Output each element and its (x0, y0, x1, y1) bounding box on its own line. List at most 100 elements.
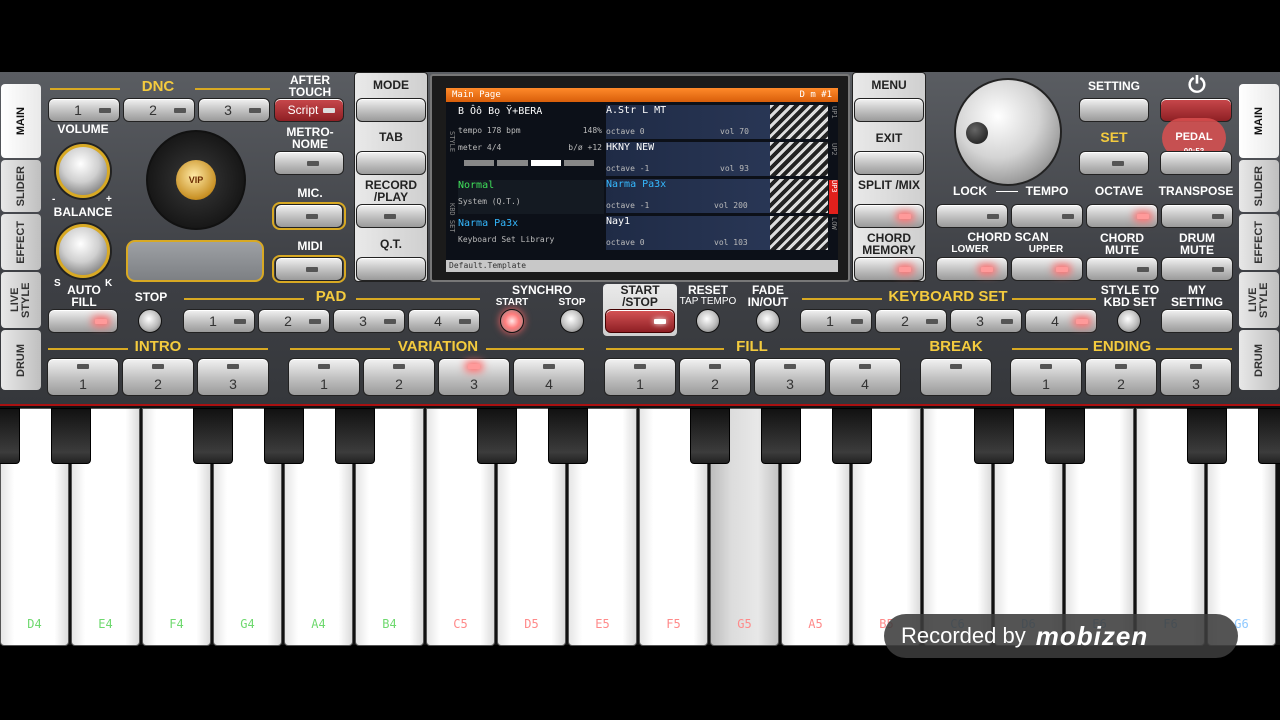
black-key[interactable] (0, 408, 20, 464)
ending-button-1[interactable]: 1 (1010, 358, 1082, 396)
black-key-g-sharp[interactable] (264, 408, 304, 464)
ending-button-3[interactable]: 3 (1160, 358, 1232, 396)
intro-button-1[interactable]: 1 (47, 358, 119, 396)
keyboard-set-button-4[interactable]: 4 (1025, 309, 1097, 333)
black-key-g-sharp[interactable] (761, 408, 801, 464)
exit-button[interactable] (854, 151, 924, 175)
track-lower[interactable]: Nay1 octave 0 vol 103 (606, 216, 828, 250)
fill-button-3[interactable]: 3 (754, 358, 826, 396)
qt-button[interactable] (356, 257, 426, 281)
tab-effect-left[interactable]: EFFECT (1, 214, 41, 270)
black-key-d-sharp[interactable] (51, 408, 91, 464)
style-info[interactable]: B Ôô Bọ Ÿ+BERA tempo 178 bpm 148% meter … (458, 106, 604, 172)
fill-button-1[interactable]: 1 (604, 358, 676, 396)
pedal-button[interactable] (1160, 151, 1232, 175)
intro-button-2[interactable]: 2 (122, 358, 194, 396)
tab-main-right[interactable]: MAIN (1239, 84, 1279, 158)
touch-pad[interactable] (126, 240, 264, 282)
keyboard-set-button-2[interactable]: 2 (875, 309, 947, 333)
intro-button-3[interactable]: 3 (197, 358, 269, 396)
lock-button[interactable] (936, 204, 1008, 228)
variation-button-4[interactable]: 4 (513, 358, 585, 396)
tempo-button[interactable] (1011, 204, 1083, 228)
keyboard-set-button-1[interactable]: 1 (800, 309, 872, 333)
black-key-d-sharp[interactable] (1045, 408, 1085, 464)
volume-knob[interactable] (56, 144, 110, 198)
tab-slider-left[interactable]: SLIDER (1, 160, 41, 212)
split-mix-button[interactable] (854, 204, 924, 228)
black-key-d-sharp[interactable] (548, 408, 588, 464)
midi-button[interactable] (275, 257, 343, 281)
vip-speaker[interactable]: VIP (146, 130, 246, 230)
black-key-f-sharp[interactable] (193, 408, 233, 464)
black-key-f-sharp[interactable] (1187, 408, 1227, 464)
mode-button[interactable] (356, 98, 426, 122)
data-dial[interactable] (954, 78, 1062, 186)
drum-mute-button[interactable] (1161, 257, 1233, 281)
black-key-f-sharp[interactable] (690, 408, 730, 464)
track-upper1[interactable]: A.Str L MT octave 0 vol 70 (606, 105, 828, 139)
track-upper2[interactable]: HKNY NEW octave -1 vol 93 (606, 142, 828, 176)
pad-button-2[interactable]: 2 (258, 309, 330, 333)
fill-button-2[interactable]: 2 (679, 358, 751, 396)
mic-button[interactable] (275, 204, 343, 228)
chord-memory-button[interactable] (854, 257, 924, 281)
tab-live-style-left[interactable]: LIVE STYLE (1, 272, 41, 328)
fade-button[interactable] (756, 309, 780, 333)
pad-button-3[interactable]: 3 (333, 309, 405, 333)
tab-slider-right[interactable]: SLIDER (1239, 160, 1279, 212)
auto-fill-button[interactable] (48, 309, 118, 333)
pad-button-1[interactable]: 1 (183, 309, 255, 333)
record-play-button[interactable] (356, 204, 426, 228)
chord-mute-button[interactable] (1086, 257, 1158, 281)
black-key-g-sharp[interactable] (1258, 408, 1280, 464)
track-upper3[interactable]: Narma Pa3x octave -1 vol 200 (606, 179, 828, 213)
my-setting-button[interactable] (1161, 309, 1233, 333)
variation-button-1[interactable]: 1 (288, 358, 360, 396)
synchro-start-button[interactable] (500, 309, 524, 333)
black-key-c-sharp[interactable] (974, 408, 1014, 464)
pad-button-4[interactable]: 4 (408, 309, 480, 333)
display-screen[interactable]: Main Page D m #1 STYLE KBD SET B Ôô Bọ Ÿ… (446, 88, 838, 272)
chord-scan-lower-button[interactable] (936, 257, 1008, 281)
tab-drum-left[interactable]: DRUM (1, 330, 41, 390)
dnc-button-3[interactable]: 3 (198, 98, 270, 122)
led-indicator (1137, 267, 1149, 272)
synchro-stop-button[interactable] (560, 309, 584, 333)
set-button[interactable] (1079, 151, 1149, 175)
keyboard-mode[interactable]: Normal System (Q.T.) (458, 180, 604, 214)
black-key-c-sharp[interactable] (477, 408, 517, 464)
tab-effect-right[interactable]: EFFECT (1239, 214, 1279, 270)
tab-button[interactable] (356, 151, 426, 175)
stop-button[interactable] (138, 309, 162, 333)
black-key-a-sharp[interactable] (335, 408, 375, 464)
transpose-button[interactable] (1161, 204, 1233, 228)
button-label: 1 (826, 313, 834, 329)
balance-knob[interactable] (56, 224, 110, 278)
reset-tap-tempo-button[interactable] (696, 309, 720, 333)
power-icon[interactable]: ⏻ (1180, 74, 1214, 96)
chord-scan-upper-button[interactable] (1011, 257, 1083, 281)
dnc-button-2[interactable]: 2 (123, 98, 195, 122)
keyboard-set-button-3[interactable]: 3 (950, 309, 1022, 333)
after-touch-script-button[interactable]: Script (274, 98, 344, 122)
tab-drum-right[interactable]: DRUM (1239, 330, 1279, 390)
tab-main-left[interactable]: MAIN (1, 84, 41, 158)
tab-live-style-right[interactable]: LIVE STYLE (1239, 272, 1279, 328)
keyboard-set[interactable]: Narma Pa3x Keyboard Set Library (458, 218, 604, 252)
led-indicator (1137, 214, 1149, 219)
break-button[interactable] (920, 358, 992, 396)
black-key-a-sharp[interactable] (832, 408, 872, 464)
menu-button[interactable] (854, 98, 924, 122)
ending-button-2[interactable]: 2 (1085, 358, 1157, 396)
variation-button-3[interactable]: 3 (438, 358, 510, 396)
setting-button[interactable] (1079, 98, 1149, 122)
chord-memory-label: CHORD MEMORY (862, 231, 916, 257)
metronome-button[interactable] (274, 151, 344, 175)
dnc-button-1[interactable]: 1 (48, 98, 120, 122)
fill-button-4[interactable]: 4 (829, 358, 901, 396)
start-stop-button[interactable] (605, 309, 675, 333)
octave-button[interactable] (1086, 204, 1158, 228)
style-to-kbd-set-button[interactable] (1117, 309, 1141, 333)
variation-button-2[interactable]: 2 (363, 358, 435, 396)
